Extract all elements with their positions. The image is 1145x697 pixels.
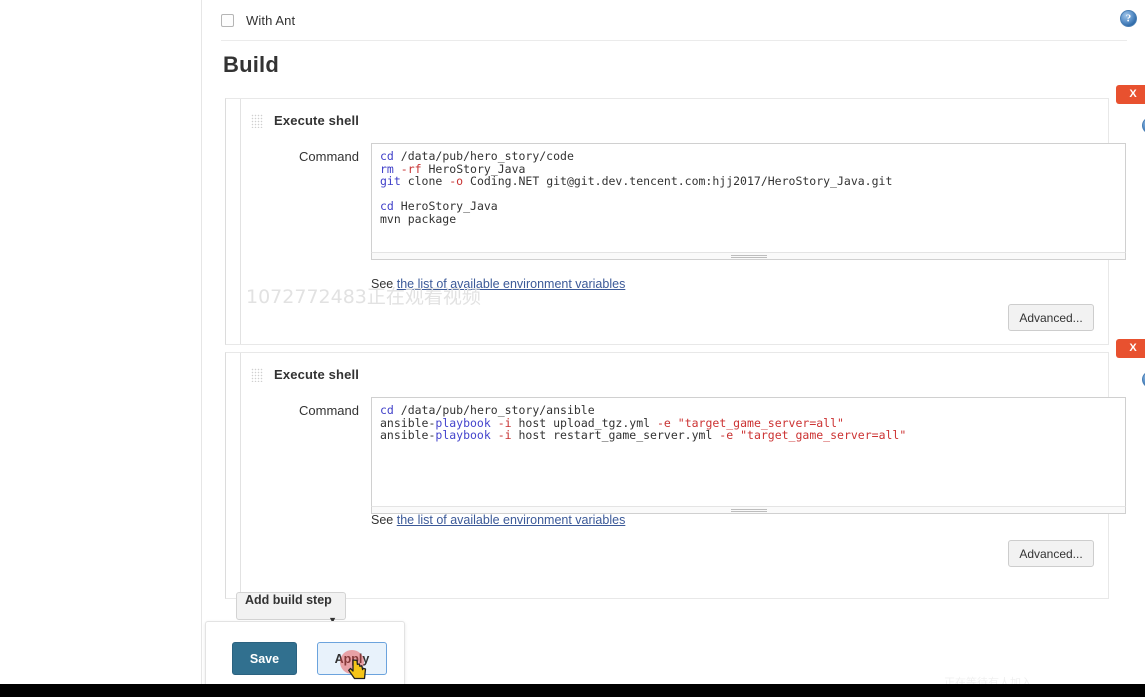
save-apply-bar: Save Apply — [205, 621, 405, 689]
advanced-button[interactable]: Advanced... — [1008, 540, 1094, 567]
build-step-title: Execute shell — [274, 113, 360, 128]
textarea-resize-handle[interactable] — [371, 252, 1126, 260]
build-step-block: Execute shell X Command cd /data/pub/her… — [225, 85, 1145, 345]
config-content-area: With Ant Build Execute shell X Command c… — [203, 0, 1145, 697]
build-step-title: Execute shell — [274, 367, 360, 382]
drag-grip-icon[interactable] — [251, 368, 263, 382]
save-button[interactable]: Save — [232, 642, 297, 675]
env-vars-link[interactable]: the list of available environment variab… — [397, 513, 626, 527]
build-step-block: Execute shell X Command cd /data/pub/her… — [225, 339, 1145, 599]
add-build-step-button[interactable]: Add build step ▼ — [236, 592, 346, 625]
command-textarea[interactable]: cd /data/pub/hero_story/ansible ansible-… — [371, 397, 1126, 506]
add-build-step-label: Add build step — [245, 593, 332, 607]
left-gutter — [0, 0, 202, 697]
command-label: Command — [299, 403, 359, 418]
jenkins-job-config-page: With Ant Build Execute shell X Command c… — [0, 0, 1145, 697]
env-vars-hint: See the list of available environment va… — [371, 277, 625, 291]
with-ant-label: With Ant — [246, 12, 296, 28]
see-prefix: See — [371, 277, 397, 291]
with-ant-row: With Ant — [221, 0, 1127, 41]
remove-step-button[interactable]: X — [1116, 85, 1145, 104]
env-vars-link[interactable]: the list of available environment variab… — [397, 277, 626, 291]
bottom-black-bar — [0, 684, 1145, 697]
build-step-inner: Execute shell X Command cd /data/pub/her… — [240, 339, 1145, 598]
remove-step-button[interactable]: X — [1116, 339, 1145, 358]
help-icon[interactable] — [1120, 10, 1137, 27]
env-vars-hint: See the list of available environment va… — [371, 513, 625, 527]
command-text: cd /data/pub/hero_story/code rm -rf Hero… — [380, 149, 893, 226]
drag-grip-icon[interactable] — [251, 114, 263, 128]
command-label: Command — [299, 149, 359, 164]
apply-button[interactable]: Apply — [317, 642, 387, 675]
page-title: Build — [223, 52, 279, 77]
command-text: cd /data/pub/hero_story/ansible ansible-… — [380, 403, 907, 442]
with-ant-checkbox[interactable] — [221, 13, 234, 27]
command-textarea[interactable]: cd /data/pub/hero_story/code rm -rf Hero… — [371, 143, 1126, 252]
see-prefix: See — [371, 513, 397, 527]
build-step-inner: Execute shell X Command cd /data/pub/her… — [240, 85, 1145, 344]
advanced-button[interactable]: Advanced... — [1008, 304, 1094, 331]
